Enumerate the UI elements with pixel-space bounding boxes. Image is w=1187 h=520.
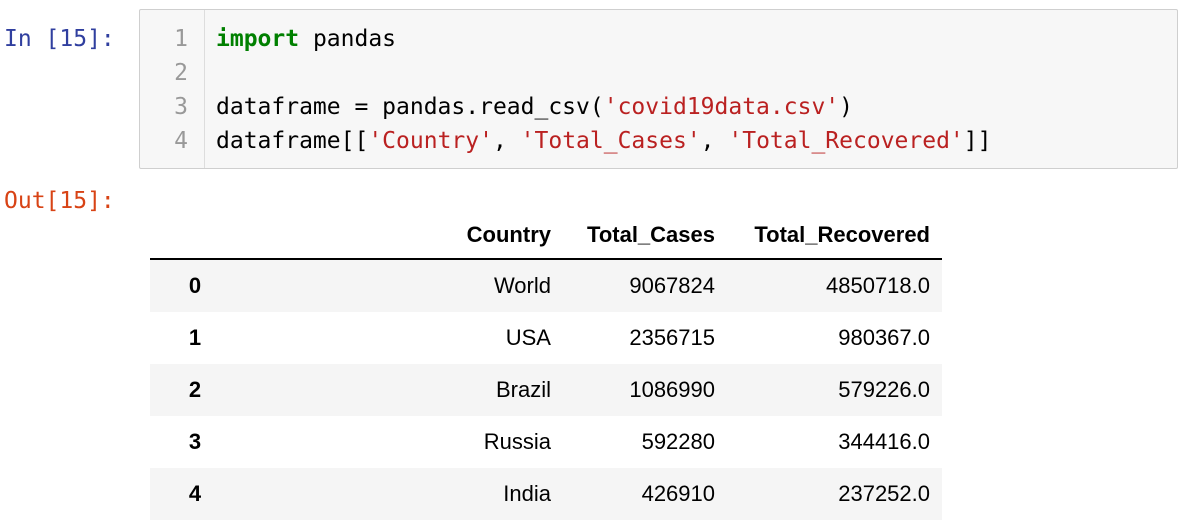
cell-total-recovered: 980367.0 (838, 325, 930, 350)
code-string: 'Total_Cases' (520, 128, 701, 154)
cell-country: Russia (483, 429, 551, 454)
code-string: 'covid19data.csv' (603, 94, 840, 120)
cell-total-recovered: 4850718.0 (826, 273, 930, 298)
cell-country: World (493, 273, 551, 298)
code-line-3[interactable]: dataframe = pandas.read_csv('covid19data… (216, 90, 853, 124)
input-prompt: In [15]: (4, 26, 115, 52)
code-cell[interactable]: 1 2 3 4 import pandas dataframe = pandas… (139, 9, 1178, 169)
row-index: 2 (188, 377, 202, 402)
cell-total-cases: 426910 (641, 481, 715, 506)
row-index: 3 (188, 429, 202, 454)
cell-country: India (503, 481, 551, 506)
cell-country: Brazil (495, 377, 551, 402)
line-number: 2 (174, 60, 188, 86)
cell-total-recovered: 237252.0 (838, 481, 930, 506)
table-row: 3 Russia 592280 344416.0 (150, 416, 942, 468)
table-row: 1 USA 2356715 980367.0 (150, 312, 942, 364)
table-row: 4 India 426910 237252.0 (150, 468, 942, 520)
code-line-4[interactable]: dataframe[['Country', 'Total_Cases', 'To… (216, 124, 991, 158)
code-text: ) (839, 94, 853, 120)
code-line-1[interactable]: import pandas (216, 22, 396, 56)
column-header-country: Country (240, 212, 563, 260)
cell-total-cases: 1086990 (629, 377, 715, 402)
code-text: , (700, 128, 729, 154)
row-index: 1 (188, 325, 202, 350)
line-number: 3 (174, 94, 188, 120)
column-header-index (150, 212, 240, 260)
dataframe-table: Country Total_Cases Total_Recovered 0 Wo… (150, 212, 942, 520)
table-row: 2 Brazil 1086990 579226.0 (150, 364, 942, 416)
cell-total-cases: 9067824 (629, 273, 715, 298)
cell-total-cases: 2356715 (629, 325, 715, 350)
column-header-total-cases: Total_Cases (563, 212, 727, 260)
code-text: , (492, 128, 521, 154)
code-text: dataframe[[ (216, 128, 369, 154)
code-keyword: import (216, 26, 300, 52)
cell-total-recovered: 579226.0 (838, 377, 930, 402)
table-row: 0 World 9067824 4850718.0 (150, 259, 942, 312)
output-prompt: Out[15]: (4, 188, 115, 214)
code-text: pandas (299, 26, 397, 52)
cell-total-cases: 592280 (641, 429, 715, 454)
code-string: 'Total_Recovered' (728, 128, 964, 154)
code-text: ]] (963, 128, 992, 154)
line-number: 4 (174, 128, 188, 154)
cell-country: USA (505, 325, 551, 350)
line-number: 1 (174, 26, 188, 52)
line-number-gutter: 1 2 3 4 (140, 10, 205, 168)
row-index: 4 (188, 481, 202, 506)
cell-total-recovered: 344416.0 (838, 429, 930, 454)
table-header-row: Country Total_Cases Total_Recovered (150, 212, 942, 260)
code-string: 'Country' (368, 128, 493, 154)
column-header-total-recovered: Total_Recovered (727, 212, 942, 260)
code-text: dataframe = pandas.read_csv( (216, 94, 604, 120)
row-index: 0 (188, 273, 202, 298)
